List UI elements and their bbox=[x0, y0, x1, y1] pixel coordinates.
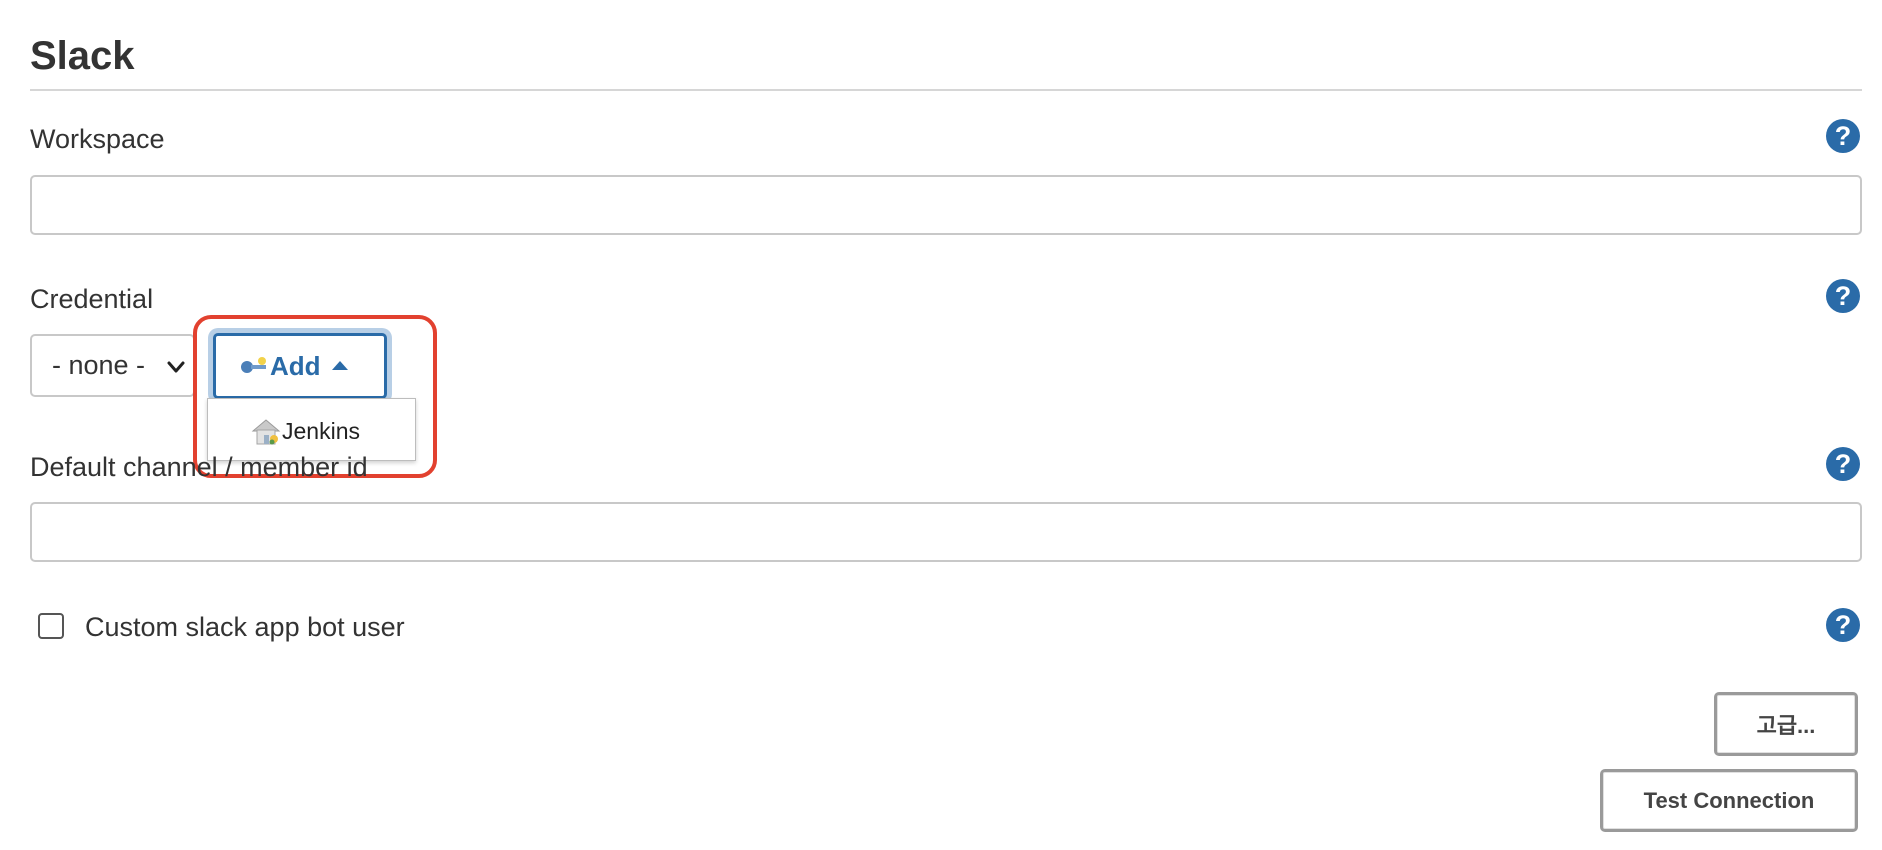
custom-bot-label[interactable]: Custom slack app bot user bbox=[85, 614, 405, 641]
credential-help-icon[interactable]: ? bbox=[1826, 279, 1860, 313]
chevron-down-icon bbox=[167, 361, 185, 373]
workspace-input[interactable] bbox=[30, 175, 1862, 235]
custom-bot-checkbox[interactable] bbox=[38, 613, 64, 639]
default-channel-help-icon[interactable]: ? bbox=[1826, 447, 1860, 481]
test-connection-button[interactable]: Test Connection bbox=[1600, 769, 1858, 832]
section-divider bbox=[30, 89, 1862, 91]
default-channel-input[interactable] bbox=[30, 502, 1862, 562]
workspace-label: Workspace bbox=[30, 124, 165, 154]
credential-select-value: - none - bbox=[52, 350, 146, 380]
section-title: Slack bbox=[30, 34, 135, 78]
credential-label: Credential bbox=[30, 284, 154, 314]
default-channel-label: Default channel / member id bbox=[30, 452, 368, 482]
workspace-help-icon[interactable]: ? bbox=[1826, 119, 1860, 153]
credential-select[interactable]: - none - bbox=[30, 334, 195, 397]
advanced-button[interactable]: 고급... bbox=[1714, 692, 1858, 756]
custom-bot-help-icon[interactable]: ? bbox=[1826, 608, 1860, 642]
